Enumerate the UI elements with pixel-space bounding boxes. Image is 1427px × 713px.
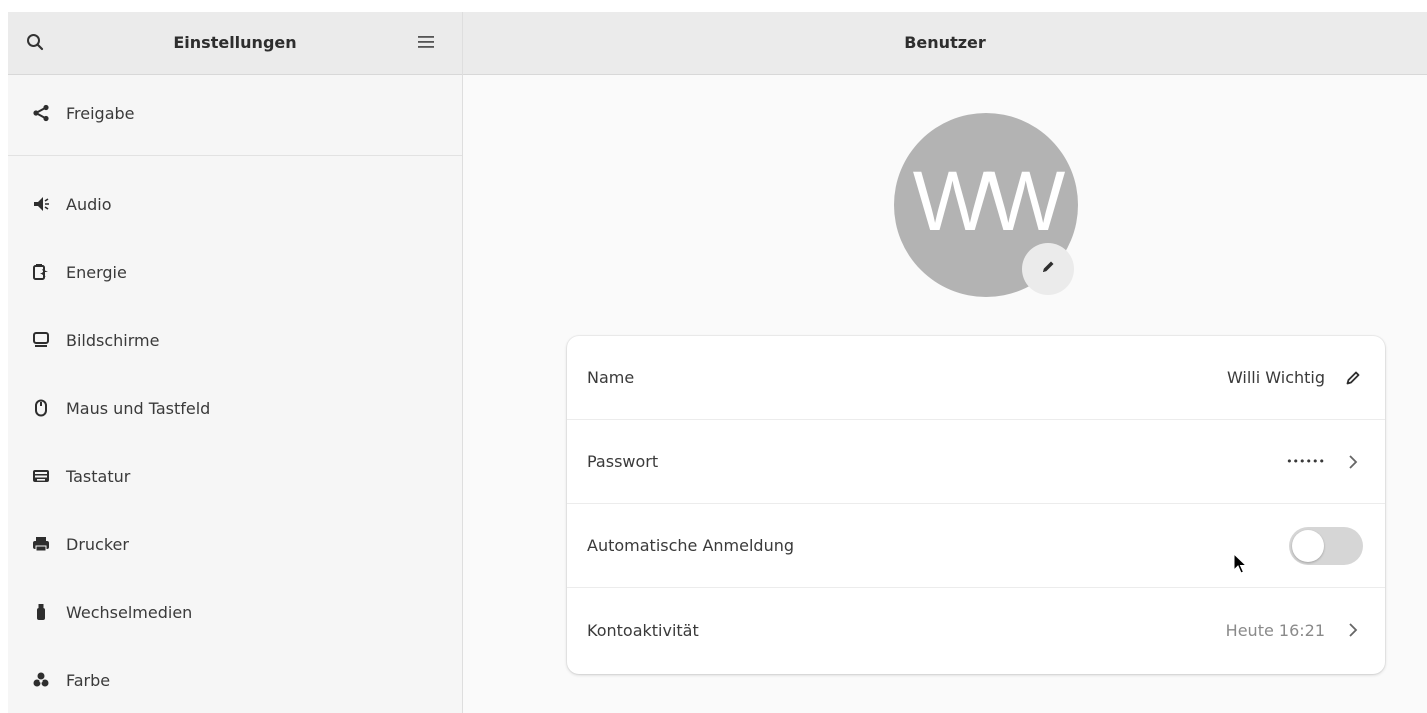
account-activity-value: Heute 16:21 <box>1225 620 1325 640</box>
auto-login-row: Automatische Anmeldung <box>567 504 1385 588</box>
sidebar-item-label: Bildschirme <box>66 330 160 350</box>
row-label: Passwort <box>587 452 659 471</box>
sidebar-item-audio[interactable]: Audio <box>8 170 462 238</box>
keyboard-icon <box>30 465 52 487</box>
sidebar-title: Einstellungen <box>173 33 297 52</box>
sidebar-item-wechselmedien[interactable]: Wechselmedien <box>8 578 462 646</box>
share-icon <box>30 102 52 124</box>
sidebar-item-label: Audio <box>66 194 112 214</box>
name-value: Willi Wichtig <box>1226 368 1325 387</box>
color-icon <box>30 669 52 691</box>
row-label: Name <box>587 368 635 387</box>
sidebar: Einstellungen Freigabe Audio Energie Bil… <box>8 12 463 713</box>
sidebar-item-energie[interactable]: Energie <box>8 238 462 306</box>
sidebar-item-maus-und-tastfeld[interactable]: Maus und Tastfeld <box>8 374 462 442</box>
display-icon <box>30 329 52 351</box>
speaker-icon <box>30 193 52 215</box>
sidebar-item-label: Tastatur <box>66 466 131 486</box>
sidebar-list: Freigabe Audio Energie Bildschirme Maus … <box>8 75 462 713</box>
hamburger-menu-icon[interactable] <box>411 27 441 57</box>
row-label: Automatische Anmeldung <box>587 536 795 555</box>
sidebar-item-label: Drucker <box>66 534 129 554</box>
battery-icon <box>30 261 52 283</box>
search-icon[interactable] <box>20 27 50 57</box>
sidebar-item-label: Energie <box>66 262 127 282</box>
main-panel: Benutzer WW Name Willi Wichtig Passwort <box>463 12 1427 713</box>
password-row[interactable]: Passwort •••••• <box>567 420 1385 504</box>
sidebar-item-label: Freigabe <box>66 103 135 123</box>
row-label: Kontoaktivität <box>587 620 699 640</box>
avatar-initials: WW <box>912 154 1066 248</box>
auto-login-toggle[interactable] <box>1289 526 1363 565</box>
usb-drive-icon <box>30 601 52 623</box>
sidebar-header: Einstellungen <box>8 12 462 75</box>
sidebar-item-label: Farbe <box>66 670 111 690</box>
avatar-container: WW <box>894 113 1078 297</box>
password-value: •••••• <box>1286 455 1325 468</box>
sidebar-item-bildschirme[interactable]: Bildschirme <box>8 306 462 374</box>
chevron-right-icon <box>1343 452 1363 472</box>
page-title: Benutzer <box>463 12 1427 75</box>
sidebar-separator <box>8 155 462 156</box>
account-activity-row[interactable]: Kontoaktivität Heute 16:21 <box>567 588 1385 672</box>
sidebar-item-freigabe[interactable]: Freigabe <box>8 79 462 147</box>
sidebar-item-tastatur[interactable]: Tastatur <box>8 442 462 510</box>
toggle-knob <box>1292 529 1324 562</box>
avatar-edit-button[interactable] <box>1022 243 1074 295</box>
name-row[interactable]: Name Willi Wichtig <box>567 336 1385 420</box>
printer-icon <box>30 533 52 555</box>
settings-window: Einstellungen Freigabe Audio Energie Bil… <box>8 12 1427 713</box>
chevron-right-icon <box>1343 620 1363 640</box>
sidebar-item-farbe[interactable]: Farbe <box>8 646 462 713</box>
user-details-card: Name Willi Wichtig Passwort •••••• Autom… <box>567 336 1385 674</box>
pencil-icon <box>1040 259 1056 279</box>
sidebar-item-label: Maus und Tastfeld <box>66 398 211 418</box>
sidebar-item-drucker[interactable]: Drucker <box>8 510 462 578</box>
mouse-pointer-icon <box>1233 552 1248 575</box>
mouse-icon <box>30 397 52 419</box>
sidebar-item-label: Wechselmedien <box>66 602 193 622</box>
pencil-icon[interactable] <box>1343 368 1363 388</box>
